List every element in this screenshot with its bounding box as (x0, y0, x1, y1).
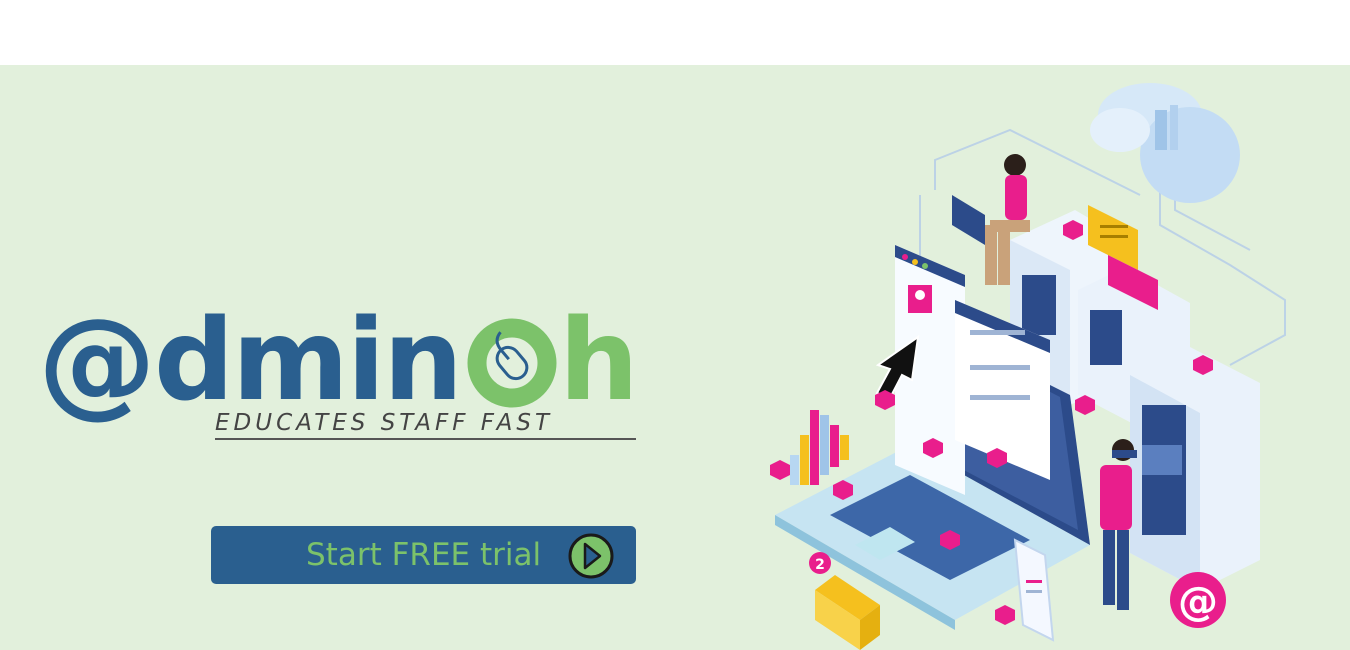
isometric-illustration: 2 @ (760, 75, 1300, 650)
at-symbol-icon: @ (1170, 572, 1226, 628)
play-circle-icon (566, 532, 616, 580)
logo-h-text: h (559, 296, 639, 426)
logo-dmin-text: dmin (154, 296, 463, 426)
mouse-icon (467, 318, 557, 408)
top-bar (0, 0, 1350, 65)
start-free-trial-button[interactable]: Start FREE trial (211, 526, 636, 584)
logo-at-symbol: @ (38, 292, 156, 430)
tagline: EDUCATES STAFF FAST (215, 410, 636, 440)
at-symbol-text: @ (1178, 579, 1218, 625)
admin-oh-logo[interactable]: @ dmin h (38, 292, 639, 430)
cloud-icon (1090, 83, 1240, 203)
email-badge-count: 2 (815, 557, 825, 573)
bar-chart-icon (790, 410, 849, 485)
hero-banner: @ dmin h EDUCATES STAFF FAST Start FREE … (0, 65, 1350, 650)
start-free-trial-label: Start FREE trial (306, 537, 542, 573)
server-rack-front (1130, 347, 1260, 590)
